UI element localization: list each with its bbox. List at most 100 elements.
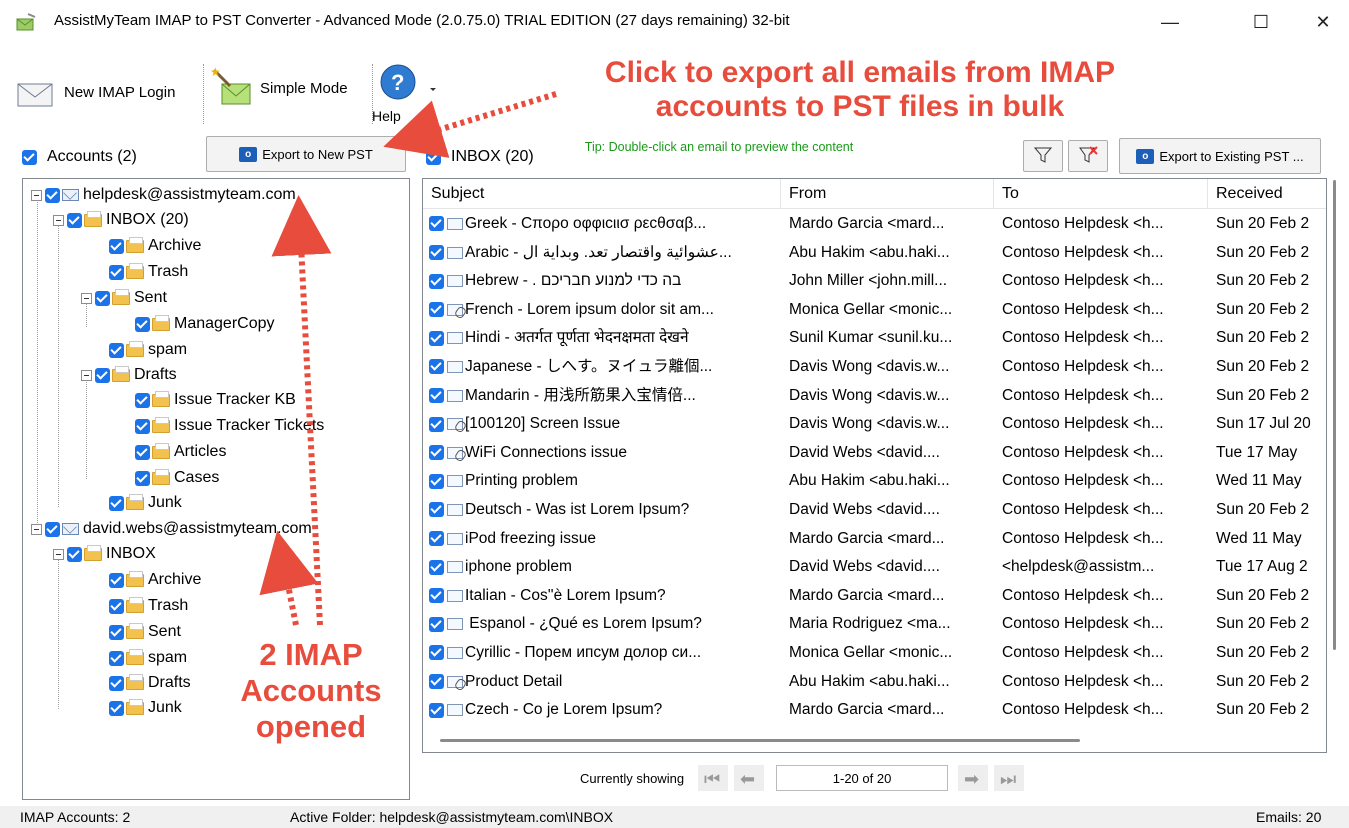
table-row[interactable]: Hindi - अतर्गत पूर्णता भेदनक्षमता देखने S…	[423, 324, 1326, 353]
last-page-button[interactable]: ⏭	[994, 765, 1025, 791]
tree-folder-managercopy[interactable]: ManagerCopy	[135, 314, 275, 334]
tree-folder-inbox[interactable]: INBOX (20)	[53, 210, 189, 230]
tree-checkbox[interactable]	[67, 546, 82, 562]
tree-checkbox[interactable]	[109, 495, 124, 511]
tree-checkbox[interactable]	[95, 290, 110, 306]
table-row[interactable]: WiFi Connections issue David Webs <david.…	[423, 439, 1326, 468]
table-row[interactable]: Czech - Co je Lorem Ipsum? Mardo Garcia <…	[423, 696, 1326, 725]
tree-folder-sent[interactable]: Sent	[81, 288, 167, 308]
table-row[interactable]: Greek - Cπορο οφφιcιισ ρεcθσαβ... Mardo G…	[423, 210, 1326, 239]
row-checkbox[interactable]	[429, 302, 444, 318]
tree-folder-sent-2[interactable]: Sent	[109, 622, 181, 642]
prev-page-button[interactable]: ⬅	[734, 765, 765, 791]
collapse-icon[interactable]	[53, 548, 64, 560]
tree-checkbox[interactable]	[109, 650, 124, 666]
column-subject[interactable]: Subject	[423, 179, 781, 209]
tree-folder-drafts[interactable]: Drafts	[81, 365, 177, 385]
row-checkbox[interactable]	[429, 645, 444, 661]
column-to[interactable]: To	[994, 179, 1208, 209]
row-checkbox[interactable]	[429, 588, 444, 604]
tree-folder-junk[interactable]: Junk	[109, 493, 182, 513]
tree-folder-archive[interactable]: Archive	[109, 236, 201, 256]
row-checkbox[interactable]	[429, 616, 444, 632]
tree-checkbox[interactable]	[135, 316, 150, 332]
table-row[interactable]: Printing problem Abu Hakim <abu.haki... Co…	[423, 467, 1326, 496]
row-checkbox[interactable]	[429, 702, 444, 718]
table-row[interactable]: [100120] Screen Issue Davis Wong <davis.w…	[423, 410, 1326, 439]
table-row[interactable]: iPod freezing issue Mardo Garcia <mard...…	[423, 525, 1326, 554]
vertical-scrollbar[interactable]	[1333, 180, 1336, 650]
row-checkbox[interactable]	[429, 674, 444, 689]
column-from[interactable]: From	[781, 179, 994, 209]
tree-checkbox[interactable]	[109, 342, 124, 358]
tree-checkbox[interactable]	[109, 624, 124, 640]
table-row[interactable]: Arabic - عشوائية واقتصار تعد. وبداية ال.…	[423, 239, 1326, 268]
tree-folder-spam-2[interactable]: spam	[109, 648, 187, 668]
tree-folder-archive-2[interactable]: Archive	[109, 570, 201, 590]
table-row[interactable]: Japanese - しへす。ヌイュラ離個... Davis Wong <davi…	[423, 353, 1326, 382]
collapse-icon[interactable]	[53, 214, 64, 226]
export-new-pst-button[interactable]: o Export to New PST	[206, 136, 406, 172]
tree-checkbox[interactable]	[109, 572, 124, 588]
table-row[interactable]: Espanol - ¿Qué es Lorem Ipsum? Maria Rodr…	[423, 610, 1326, 639]
row-checkbox[interactable]	[429, 502, 444, 518]
filter-button[interactable]	[1023, 140, 1063, 172]
tree-checkbox[interactable]	[109, 700, 124, 716]
tree-account-davidwebs[interactable]: david.webs@assistmyteam.com	[31, 519, 312, 539]
help-button[interactable]: ? Help	[372, 62, 438, 124]
collapse-icon[interactable]	[81, 292, 92, 304]
tree-checkbox[interactable]	[45, 187, 60, 203]
collapse-icon[interactable]	[81, 369, 92, 381]
tree-folder-spam[interactable]: spam	[109, 340, 187, 360]
table-row[interactable]: French - Lorem ipsum dolor sit am... Moni…	[423, 296, 1326, 325]
table-row[interactable]: Italian - Cos''è Lorem Ipsum? Mardo Garci…	[423, 582, 1326, 611]
horizontal-scrollbar[interactable]	[440, 739, 1080, 742]
export-existing-pst-button[interactable]: o Export to Existing PST ...	[1119, 138, 1321, 174]
first-page-button[interactable]: ⏮	[698, 765, 729, 791]
simple-mode-button[interactable]: ★ Simple Mode	[210, 65, 348, 110]
maximize-button[interactable]: ☐	[1238, 6, 1284, 38]
tree-folder-trash[interactable]: Trash	[109, 262, 188, 282]
tree-checkbox[interactable]	[109, 598, 124, 614]
table-row[interactable]: Deutsch - Was ist Lorem Ipsum? David Webs…	[423, 496, 1326, 525]
row-checkbox[interactable]	[429, 216, 444, 232]
inbox-checkbox[interactable]	[426, 149, 441, 165]
tree-folder-cases[interactable]: Cases	[135, 468, 219, 488]
tree-checkbox[interactable]	[135, 418, 150, 434]
collapse-icon[interactable]	[31, 189, 42, 201]
tree-account-helpdesk[interactable]: helpdesk@assistmyteam.com	[31, 185, 296, 205]
row-checkbox[interactable]	[429, 473, 444, 489]
tree-checkbox[interactable]	[95, 367, 110, 383]
tree-folder-issue-tickets[interactable]: Issue Tracker Tickets	[135, 416, 324, 436]
tree-checkbox[interactable]	[109, 238, 124, 254]
row-checkbox[interactable]	[429, 531, 444, 546]
table-row[interactable]: Hebrew - . בה כדי למנוע חבריכם John Mille…	[423, 267, 1326, 296]
table-row[interactable]: iphone problem David Webs <david.... <help…	[423, 553, 1326, 582]
tree-checkbox[interactable]	[135, 470, 150, 486]
row-checkbox[interactable]	[429, 388, 444, 403]
table-row[interactable]: Mandarin - 用浅所筋果入宝情倍... Davis Wong <davis…	[423, 382, 1326, 411]
email-grid[interactable]: Subject From To Received Greek - Cπορο ο…	[422, 178, 1327, 753]
tree-folder-junk-2[interactable]: Junk	[109, 698, 182, 718]
tree-folder-issue-kb[interactable]: Issue Tracker KB	[135, 390, 296, 410]
clear-filter-button[interactable]	[1068, 140, 1108, 172]
collapse-icon[interactable]	[31, 523, 42, 535]
table-row[interactable]: Product Detail Abu Hakim <abu.haki... Cont…	[423, 668, 1326, 697]
tree-checkbox[interactable]	[109, 264, 124, 280]
tree-folder-drafts-2[interactable]: Drafts	[109, 673, 191, 693]
row-checkbox[interactable]	[429, 559, 444, 575]
accounts-checkbox[interactable]	[22, 149, 37, 165]
tree-folder-articles[interactable]: Articles	[135, 442, 226, 462]
close-button[interactable]: ✕	[1300, 6, 1346, 38]
row-checkbox[interactable]	[429, 245, 444, 260]
tree-checkbox[interactable]	[135, 444, 150, 460]
tree-folder-trash-2[interactable]: Trash	[109, 596, 188, 616]
next-page-button[interactable]: ➡	[958, 765, 989, 791]
new-imap-login-button[interactable]: New IMAP Login	[16, 74, 175, 110]
tree-folder-inbox-2[interactable]: INBOX	[53, 544, 156, 564]
row-checkbox[interactable]	[429, 330, 444, 346]
row-checkbox[interactable]	[429, 359, 444, 375]
tree-checkbox[interactable]	[45, 521, 60, 537]
row-checkbox[interactable]	[429, 445, 444, 461]
table-row[interactable]: Cyrillic - Порем ипсум долор си... Monica…	[423, 639, 1326, 668]
